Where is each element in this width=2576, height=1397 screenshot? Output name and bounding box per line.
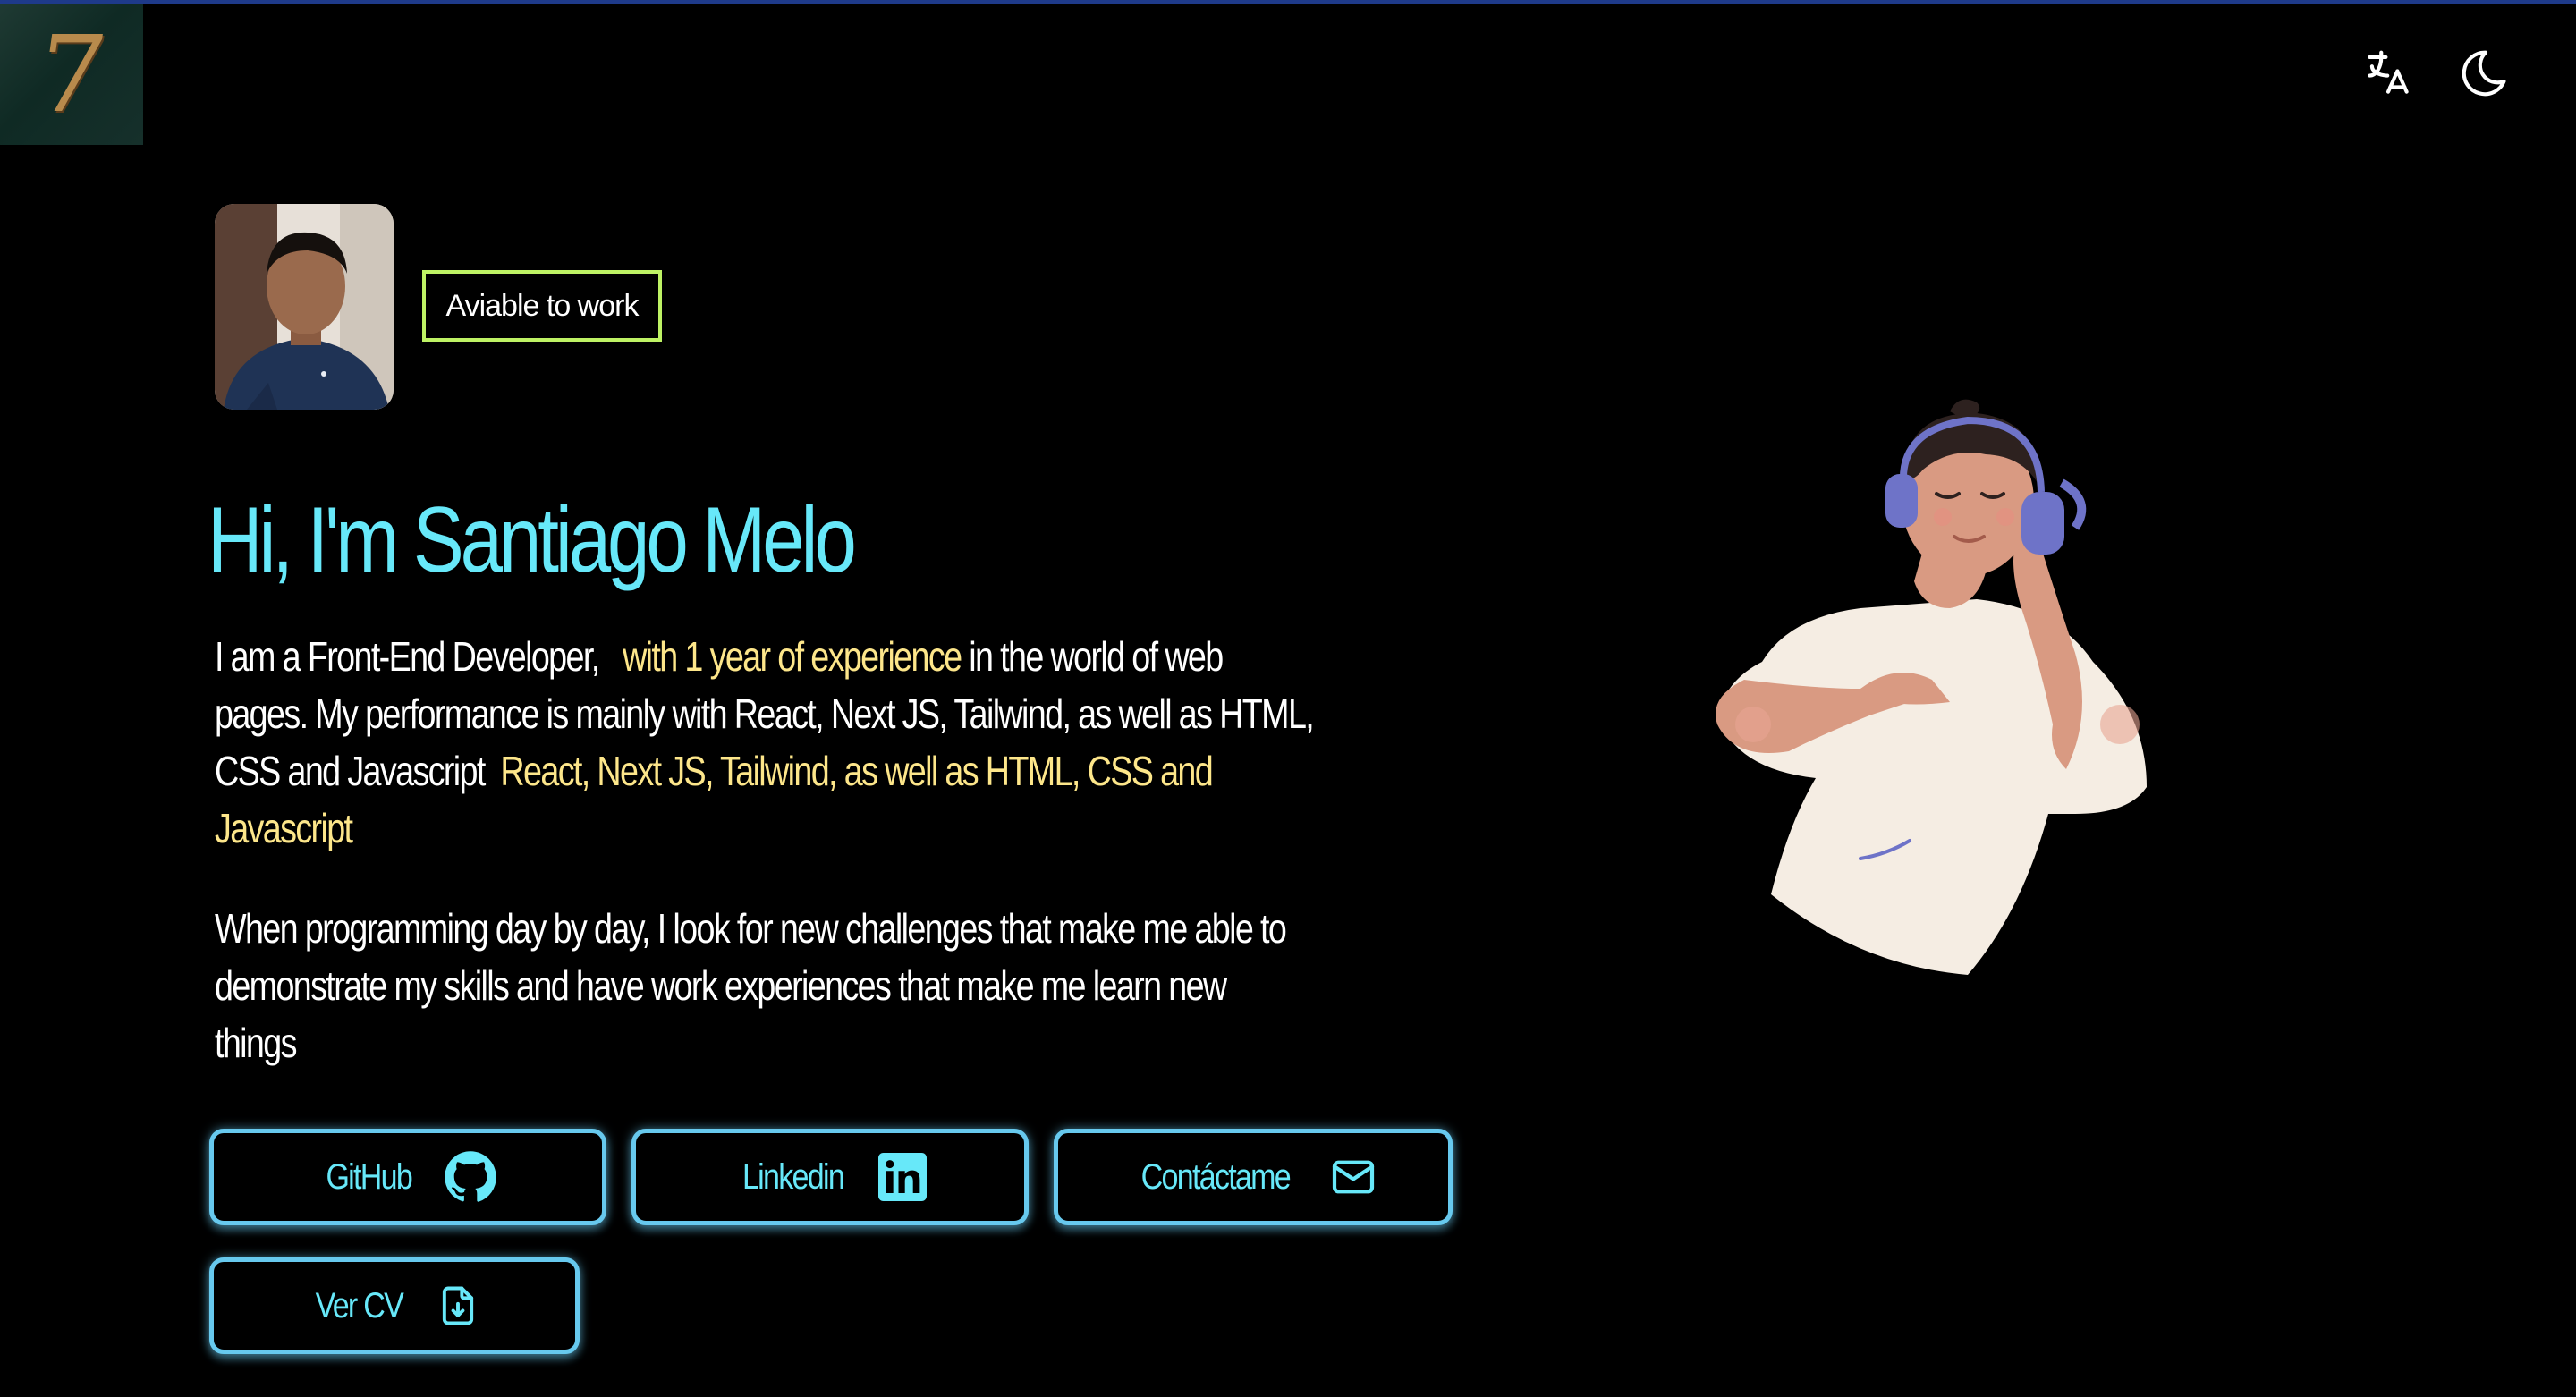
intro-paragraph: I am a Front-End Developer, with 1 year … xyxy=(215,628,1315,857)
logo-text: 7 xyxy=(29,13,114,136)
site-logo[interactable]: 7 xyxy=(0,4,143,145)
intro-text-1: I am a Front-End Developer, xyxy=(215,633,600,680)
header-actions xyxy=(2358,43,2515,104)
github-icon xyxy=(445,1151,497,1202)
page: 7 Aviable to work Hi, I'm Santiago Melo … xyxy=(0,0,2576,1397)
status-badge: Aviable to work xyxy=(422,270,662,342)
contact-button-label: Contáctame xyxy=(1140,1156,1292,1197)
theme-toggle-button[interactable] xyxy=(2454,43,2515,104)
moon-icon xyxy=(2462,50,2506,97)
language-toggle-button[interactable] xyxy=(2358,43,2419,104)
mail-icon xyxy=(1332,1160,1374,1194)
page-title: Hi, I'm Santiago Melo xyxy=(208,488,857,592)
file-download-icon xyxy=(443,1286,474,1325)
github-button-label: GitHub xyxy=(326,1156,412,1197)
github-button[interactable]: GitHub xyxy=(209,1129,606,1225)
developer-illustration xyxy=(1682,394,2182,984)
download-cv-button-label: Ver CV xyxy=(315,1285,403,1325)
download-cv-button[interactable]: Ver CV xyxy=(209,1257,580,1354)
top-border xyxy=(0,0,2576,4)
translate-icon xyxy=(2368,50,2409,94)
linkedin-button-label: Linkedin xyxy=(742,1156,845,1197)
contact-button[interactable]: Contáctame xyxy=(1054,1129,1453,1225)
intro-highlight-experience: with 1 year of experience xyxy=(623,633,962,680)
avatar xyxy=(215,204,394,410)
description-paragraph: When programming day by day, I look for … xyxy=(215,905,1287,1066)
linkedin-icon xyxy=(877,1153,927,1201)
linkedin-button[interactable]: Linkedin xyxy=(631,1129,1029,1225)
